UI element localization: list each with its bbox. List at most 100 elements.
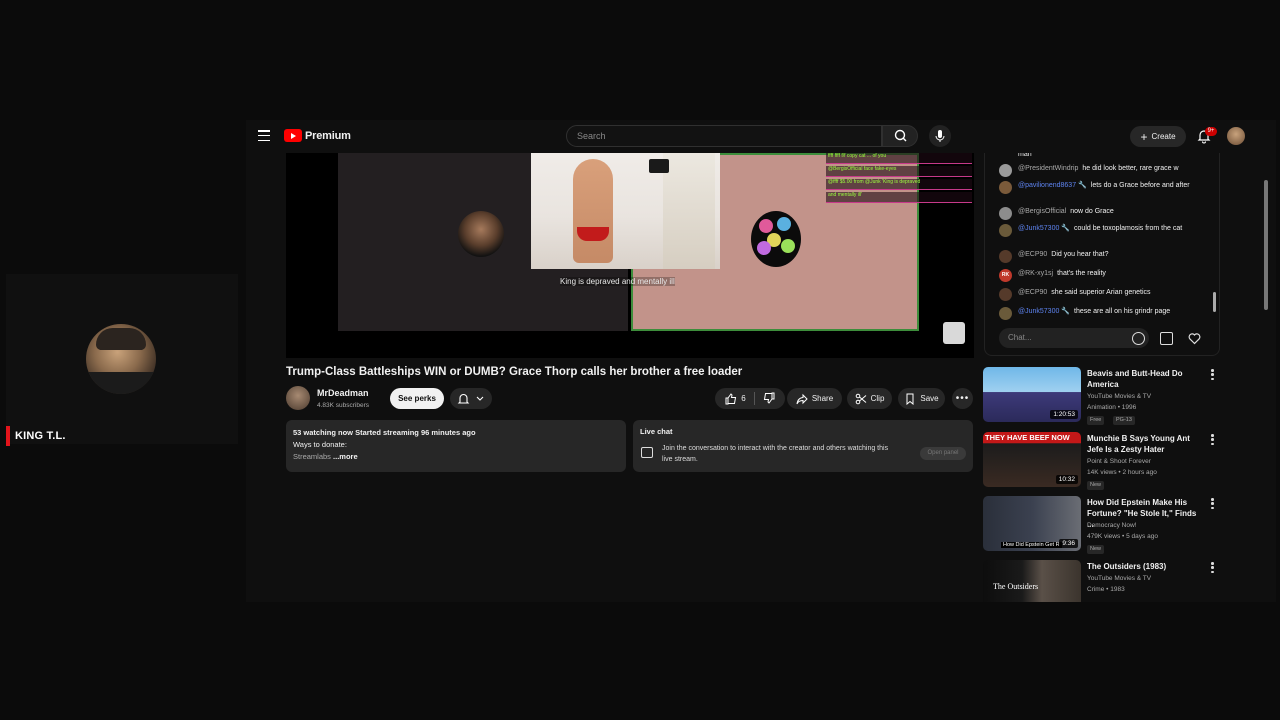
description-box[interactable]: 53 watching now Started streaming 96 min… bbox=[286, 420, 626, 472]
more-vertical-icon[interactable] bbox=[1211, 498, 1214, 509]
thumbs-down-icon bbox=[763, 392, 775, 404]
chat-author-name[interactable]: @PresidentWindrip bbox=[1018, 165, 1078, 172]
more-actions-button[interactable]: ••• bbox=[952, 388, 973, 409]
recommendation-title[interactable]: The Outsiders (1983) bbox=[1087, 561, 1205, 572]
clip-label: Clip bbox=[870, 394, 885, 403]
dislike-button[interactable] bbox=[763, 392, 775, 406]
recommendation-card[interactable]: How Did Epstein Get R 9:36 How Did Epstein… bbox=[983, 496, 1223, 554]
chat-author-avatar[interactable] bbox=[999, 207, 1012, 220]
like-count: 6 bbox=[741, 394, 746, 403]
recommendation-thumbnail[interactable]: How Did Epstein Get R 9:36 bbox=[983, 496, 1081, 551]
video-player[interactable]: King is depraved and mentally ill ffff f… bbox=[286, 153, 974, 358]
plus-icon: + bbox=[1140, 129, 1148, 144]
show-more-link[interactable]: ...more bbox=[333, 452, 358, 461]
page-scrollbar[interactable] bbox=[1264, 180, 1268, 310]
super-chat-icon[interactable] bbox=[1160, 332, 1173, 345]
recommendation-card[interactable]: The Outsiders The Outsiders (1983) YouTube… bbox=[983, 560, 1223, 602]
channel-name[interactable]: MrDeadman bbox=[317, 388, 369, 398]
hamburger-menu-icon[interactable] bbox=[258, 130, 270, 141]
chat-author-name[interactable]: @RK-xy1sj bbox=[1018, 270, 1053, 277]
chat-author-avatar[interactable]: RK bbox=[999, 269, 1012, 282]
recommendation-channel[interactable]: Democracy Now! bbox=[1087, 522, 1136, 529]
video-duration: 9:36 bbox=[1059, 539, 1078, 548]
chat-message-text: now do Grace bbox=[1070, 208, 1114, 215]
chat-message-body: @Junk57300 🔧 could be toxoplamosis from t… bbox=[1018, 224, 1182, 237]
more-vertical-icon[interactable] bbox=[1211, 369, 1214, 380]
chat-author-name[interactable]: @ECP90 bbox=[1018, 289, 1047, 296]
chat-author-name[interactable]: @Junk57300 🔧 bbox=[1018, 225, 1070, 232]
description-stats: 53 watching now Started streaming 96 min… bbox=[293, 428, 476, 437]
chat-message[interactable]: @Junk57300 🔧 these are all on his grindr … bbox=[999, 307, 1195, 320]
recommendation-thumbnail[interactable]: The Outsiders bbox=[983, 560, 1081, 602]
recommendation-meta: 479K views • 5 days ago bbox=[1087, 533, 1158, 540]
see-perks-button[interactable]: See perks bbox=[390, 388, 444, 409]
save-button[interactable]: Save bbox=[898, 388, 945, 409]
like-button[interactable]: 6 bbox=[725, 392, 746, 405]
chat-author-name[interactable]: @BergisOfficial bbox=[1018, 208, 1066, 215]
share-button[interactable]: Share bbox=[787, 388, 842, 409]
channel-subscriber-count: 4.83K subscribers bbox=[317, 402, 370, 409]
open-panel-button[interactable]: Open panel bbox=[920, 447, 966, 460]
chat-author-avatar[interactable] bbox=[999, 224, 1012, 237]
description-link[interactable]: Streamlabs bbox=[293, 452, 331, 461]
subscription-notify-button[interactable] bbox=[450, 388, 492, 409]
chat-author-name[interactable]: @Junk57300 🔧 bbox=[1018, 308, 1070, 315]
chat-scrollbar[interactable] bbox=[1213, 292, 1216, 312]
search-button[interactable] bbox=[882, 125, 918, 147]
search-input[interactable]: Search bbox=[566, 125, 882, 147]
recommendation-thumbnail[interactable]: THEY HAVE BEEF NOW 10:32 bbox=[983, 432, 1081, 487]
voice-search-button[interactable] bbox=[929, 125, 951, 147]
chat-message[interactable]: @ECP90 she said superior Arian genetics bbox=[999, 288, 1195, 301]
recommendation-thumbnail[interactable]: 1:20:53 bbox=[983, 367, 1081, 422]
shared-photo bbox=[531, 153, 720, 269]
chat-message-body: @pavilionend8637 🔧 lets do a Grace before… bbox=[1018, 181, 1190, 194]
chat-message[interactable]: @BergisOfficial now do Grace bbox=[999, 207, 1195, 220]
chat-message-body: @PresidentWindrip he did look better, rar… bbox=[1018, 164, 1179, 177]
chat-input[interactable]: Chat... bbox=[999, 328, 1149, 348]
more-vertical-icon[interactable] bbox=[1211, 562, 1214, 573]
recommendation-channel[interactable]: Point & Shoot Forever bbox=[1087, 458, 1151, 465]
channel-avatar[interactable] bbox=[286, 386, 310, 410]
chat-message[interactable]: RK @RK-xy1sj that's the reality bbox=[999, 269, 1195, 282]
chat-author-avatar[interactable] bbox=[999, 288, 1012, 301]
recommendation-meta: Crime • 1983 bbox=[1087, 586, 1125, 593]
chat-message-body: @Junk57300 🔧 these are all on his grindr … bbox=[1018, 307, 1170, 320]
chat-message[interactable]: man bbox=[999, 153, 1195, 163]
video-duration: 10:32 bbox=[1055, 475, 1078, 484]
account-avatar[interactable] bbox=[1227, 127, 1245, 145]
chat-message-text: he did look better, rare grace w bbox=[1082, 165, 1179, 172]
emoji-icon[interactable] bbox=[1132, 332, 1145, 345]
chat-author-avatar[interactable] bbox=[999, 307, 1012, 320]
chat-bubble-icon bbox=[641, 447, 653, 458]
recommendation-title[interactable]: Munchie B Says Young Ant Jefe Is a Zesty… bbox=[1087, 433, 1205, 455]
live-chat-message: Join the conversation to interact with t… bbox=[662, 445, 889, 463]
recommendation-channel[interactable]: YouTube Movies & TV bbox=[1087, 393, 1151, 400]
chat-message[interactable]: @pavilionend8637 🔧 lets do a Grace before… bbox=[999, 181, 1195, 194]
overlay-chat-row: @ffff $5.00 from @Junk 'King is depraved bbox=[826, 179, 972, 190]
chat-author-avatar[interactable] bbox=[999, 250, 1012, 263]
chat-message[interactable]: @ECP90 Did you hear that? bbox=[999, 250, 1195, 263]
recommendation-card[interactable]: 1:20:53 Beavis and Butt-Head Do America Yo… bbox=[983, 367, 1223, 425]
create-button[interactable]: + Create bbox=[1130, 126, 1186, 147]
live-chat-box: Live chat Join the conversation to inter… bbox=[633, 420, 973, 472]
chat-message[interactable]: @PresidentWindrip he did look better, rar… bbox=[999, 164, 1195, 177]
chat-author-avatar[interactable] bbox=[999, 181, 1012, 194]
stream-chat-overlay: ffff ffff f/f copy cat ... of you @Bergi… bbox=[826, 153, 972, 203]
recommendation-title[interactable]: Beavis and Butt-Head Do America bbox=[1087, 368, 1205, 390]
like-dislike-group: 6 bbox=[715, 388, 785, 409]
thumbnail-text: The Outsiders bbox=[993, 582, 1039, 591]
more-vertical-icon[interactable] bbox=[1211, 434, 1214, 445]
chat-author-name[interactable]: @ECP90 bbox=[1018, 251, 1047, 258]
recommendation-channel[interactable]: YouTube Movies & TV bbox=[1087, 575, 1151, 582]
recommendation-card[interactable]: THEY HAVE BEEF NOW 10:32 Munchie B Says Yo… bbox=[983, 432, 1223, 490]
thumbnail-text: THEY HAVE BEEF NOW bbox=[985, 433, 1070, 442]
clip-button[interactable]: Clip bbox=[847, 388, 892, 409]
chat-author-name[interactable]: @pavilionend8637 🔧 bbox=[1018, 182, 1087, 189]
heart-icon[interactable] bbox=[1188, 332, 1201, 345]
scissors-icon bbox=[855, 393, 866, 404]
bookmark-icon bbox=[906, 393, 914, 405]
chat-author-avatar[interactable] bbox=[999, 164, 1012, 177]
youtube-premium-logo[interactable]: Premium bbox=[284, 129, 351, 142]
channel-watermark-icon[interactable] bbox=[943, 322, 965, 344]
chat-message[interactable]: @Junk57300 🔧 could be toxoplamosis from t… bbox=[999, 224, 1195, 237]
